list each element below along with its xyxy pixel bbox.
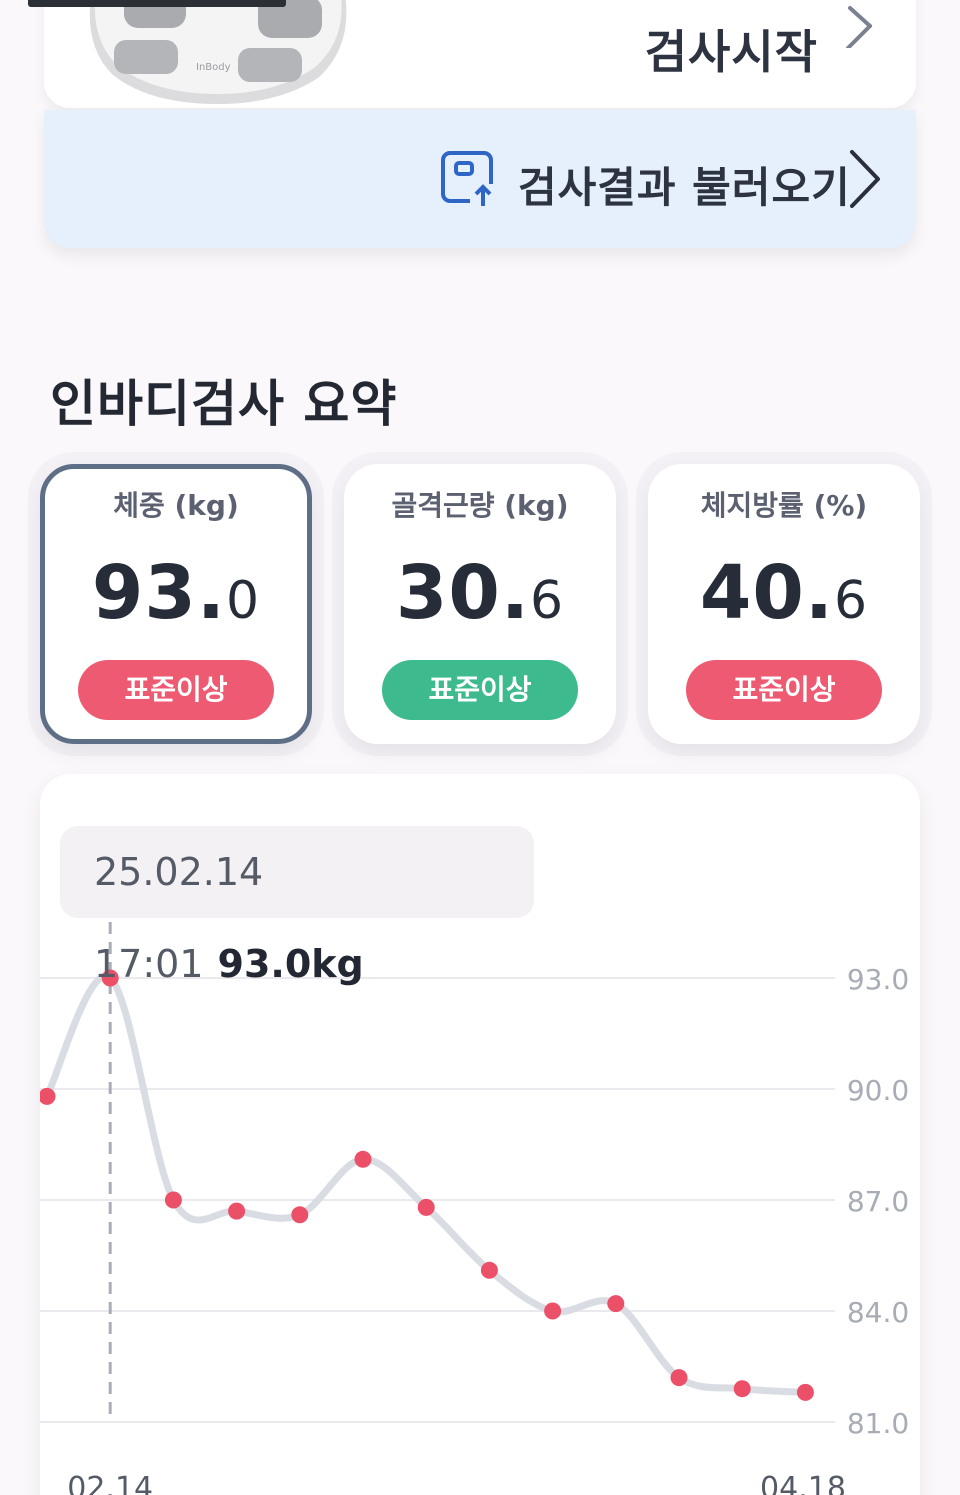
data-point xyxy=(480,1261,498,1279)
load-results-card[interactable]: 검사결과 불러오기 xyxy=(44,110,916,248)
start-test-card[interactable]: InBody 검사시작 xyxy=(44,0,916,108)
data-point xyxy=(544,1302,562,1320)
data-point xyxy=(607,1295,625,1313)
data-point xyxy=(796,1383,814,1401)
start-test-label: 검사시작 xyxy=(644,25,818,79)
data-point xyxy=(354,1150,372,1168)
svg-text:InBody: InBody xyxy=(196,62,231,73)
metric-value: 30.6 xyxy=(395,550,565,636)
status-badge: 표준이상 xyxy=(686,660,882,720)
scale-device-image: InBody xyxy=(89,0,347,104)
metric-value: 40.6 xyxy=(699,550,869,636)
metric-card-skeletal-muscle[interactable]: 골격근량 (kg) 30.6 표준이상 xyxy=(344,464,616,744)
status-badge: 표준이상 xyxy=(382,660,578,720)
chart-tooltip: 25.02.14 17:01 93.0kg xyxy=(60,826,534,986)
chevron-right-icon xyxy=(850,150,880,208)
x-tick-label: 04.18 xyxy=(760,1471,846,1495)
chevron-right-icon xyxy=(846,6,872,48)
tooltip-value: 93.0kg xyxy=(217,942,364,986)
metric-card-body-fat[interactable]: 체지방률 (%) 40.6 표준이상 xyxy=(648,464,920,744)
metric-label: 체지방률 (%) xyxy=(700,489,868,522)
weight-trend-chart-card[interactable]: 93.0 90.0 87.0 84.0 81.0 02.14 04.18 25.02.14 … xyxy=(40,774,920,1495)
upload-file-icon xyxy=(441,151,496,208)
y-tick-label: 93.0 xyxy=(847,963,909,996)
y-tick-label: 84.0 xyxy=(847,1296,909,1329)
y-tick-label: 81.0 xyxy=(847,1407,909,1440)
data-point xyxy=(228,1202,246,1220)
load-results-label: 검사결과 불러오기 xyxy=(518,163,851,212)
data-point xyxy=(417,1198,435,1216)
metric-value: 93.0 xyxy=(91,550,261,636)
y-tick-label: 90.0 xyxy=(847,1074,909,1107)
summary-title: 인바디검사 요약 xyxy=(50,375,398,433)
metric-card-weight[interactable]: 체중 (kg) 93.0 표준이상 xyxy=(40,464,312,744)
metric-label: 체중 (kg) xyxy=(113,489,239,522)
status-badge: 표준이상 xyxy=(78,660,274,720)
series-line xyxy=(43,972,809,1396)
x-tick-label: 02.14 xyxy=(67,1471,153,1495)
data-point xyxy=(733,1380,751,1398)
data-point xyxy=(670,1369,688,1387)
page: InBody 검사시작 검사결과 불러오기 인바디검사 요약 체중 (kg) 9… xyxy=(0,0,960,1495)
data-point xyxy=(164,1191,182,1209)
metric-label: 골격근량 (kg) xyxy=(391,489,569,522)
data-point xyxy=(291,1206,309,1224)
status-bar-stub xyxy=(28,0,286,7)
y-tick-label: 87.0 xyxy=(847,1185,909,1218)
